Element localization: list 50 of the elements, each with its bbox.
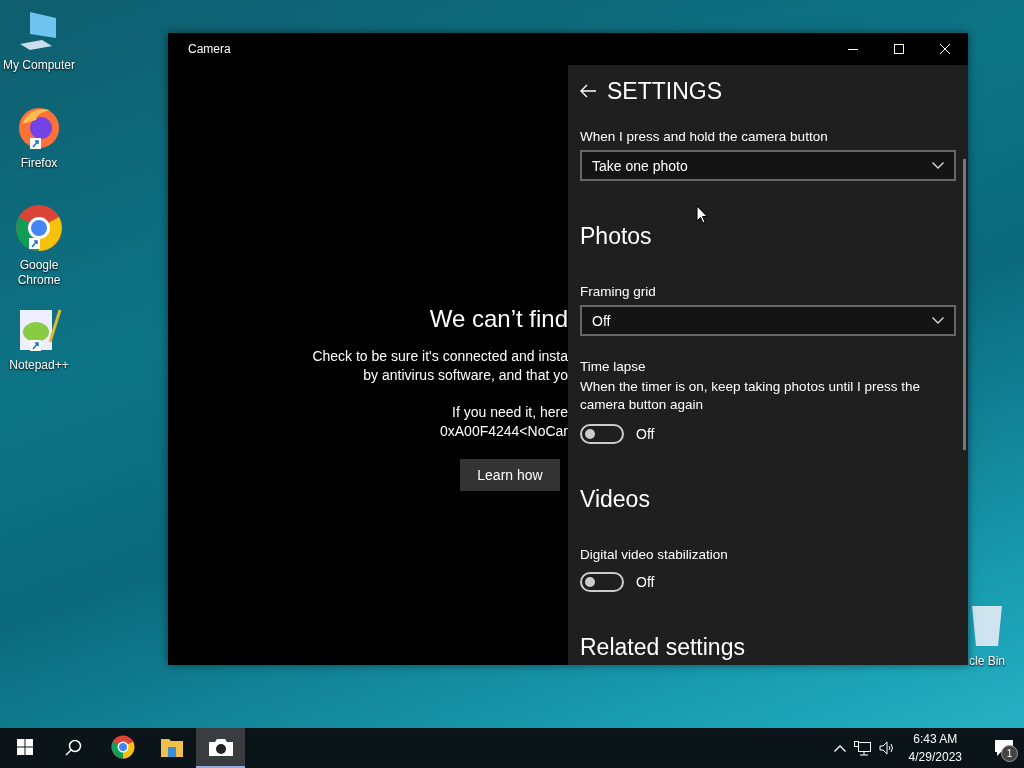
window-title: Camera bbox=[188, 42, 232, 56]
clock-date[interactable]: 4/29/2023 bbox=[908, 748, 962, 766]
shortcut-arrow-icon bbox=[30, 138, 41, 149]
browser-icon bbox=[15, 204, 63, 252]
close-icon bbox=[940, 44, 950, 54]
network-icon[interactable] bbox=[853, 740, 871, 756]
error-code: 0xA00F4244<NoCar bbox=[439, 422, 568, 441]
toggle-switch[interactable] bbox=[580, 572, 624, 592]
field-label: Framing grid bbox=[580, 284, 656, 299]
section-heading: Videos bbox=[580, 486, 651, 513]
section-heading: Photos bbox=[580, 223, 653, 250]
error-message: Check to be sure it's connected and insta bbox=[312, 347, 568, 366]
browser-icon bbox=[110, 735, 135, 759]
back-arrow-icon[interactable] bbox=[580, 84, 597, 98]
settings-title: SETTINGS bbox=[607, 77, 722, 105]
scrollbar[interactable] bbox=[963, 159, 966, 450]
desktop-icon-label[interactable]: Google Chrome bbox=[0, 258, 78, 288]
minimize-icon bbox=[848, 48, 858, 50]
notification-count: 1 bbox=[1001, 745, 1018, 762]
dropdown[interactable]: Take one photo bbox=[580, 150, 956, 181]
chevron-up-icon[interactable] bbox=[833, 744, 846, 752]
mouse-pointer-icon bbox=[696, 205, 708, 224]
toggle-state: Off bbox=[636, 426, 655, 442]
field-label: When I press and hold the camera button bbox=[580, 129, 828, 144]
maximize-icon bbox=[894, 44, 904, 54]
desktop-icon-label[interactable]: Firefox bbox=[20, 156, 58, 171]
windows-logo-icon bbox=[16, 739, 33, 755]
shortcut-arrow-icon bbox=[30, 340, 41, 351]
taskbar-button[interactable] bbox=[196, 728, 245, 768]
learn-how-button[interactable]: Learn how bbox=[460, 459, 560, 491]
setting-description: When the timer is on, keep taking photos until I press the camera button again bbox=[580, 378, 921, 414]
toggle-switch[interactable] bbox=[580, 424, 624, 444]
camera-icon bbox=[208, 738, 233, 756]
clock-time[interactable]: 6:43 AM bbox=[913, 730, 958, 748]
speaker-icon[interactable] bbox=[878, 741, 895, 755]
dropdown[interactable]: Off bbox=[580, 305, 956, 336]
error-code: If you need it, here bbox=[452, 403, 568, 422]
section-heading: Related settings bbox=[580, 634, 746, 661]
desktop-icon-label[interactable]: My Computer bbox=[3, 58, 75, 73]
error-title: We can’t find bbox=[429, 305, 568, 333]
field-label: Time lapse bbox=[580, 359, 646, 374]
chevron-down-icon bbox=[932, 162, 944, 169]
shortcut-arrow-icon bbox=[29, 238, 40, 249]
chevron-down-icon bbox=[932, 317, 944, 324]
folder-icon bbox=[160, 737, 183, 757]
toggle-state: Off bbox=[636, 574, 655, 590]
error-message: by antivirus software, and that yo bbox=[363, 366, 568, 385]
field-label: Digital video stabilization bbox=[580, 547, 728, 562]
search-icon bbox=[65, 738, 82, 756]
desktop-icon-label[interactable]: Notepad++ bbox=[9, 358, 69, 373]
